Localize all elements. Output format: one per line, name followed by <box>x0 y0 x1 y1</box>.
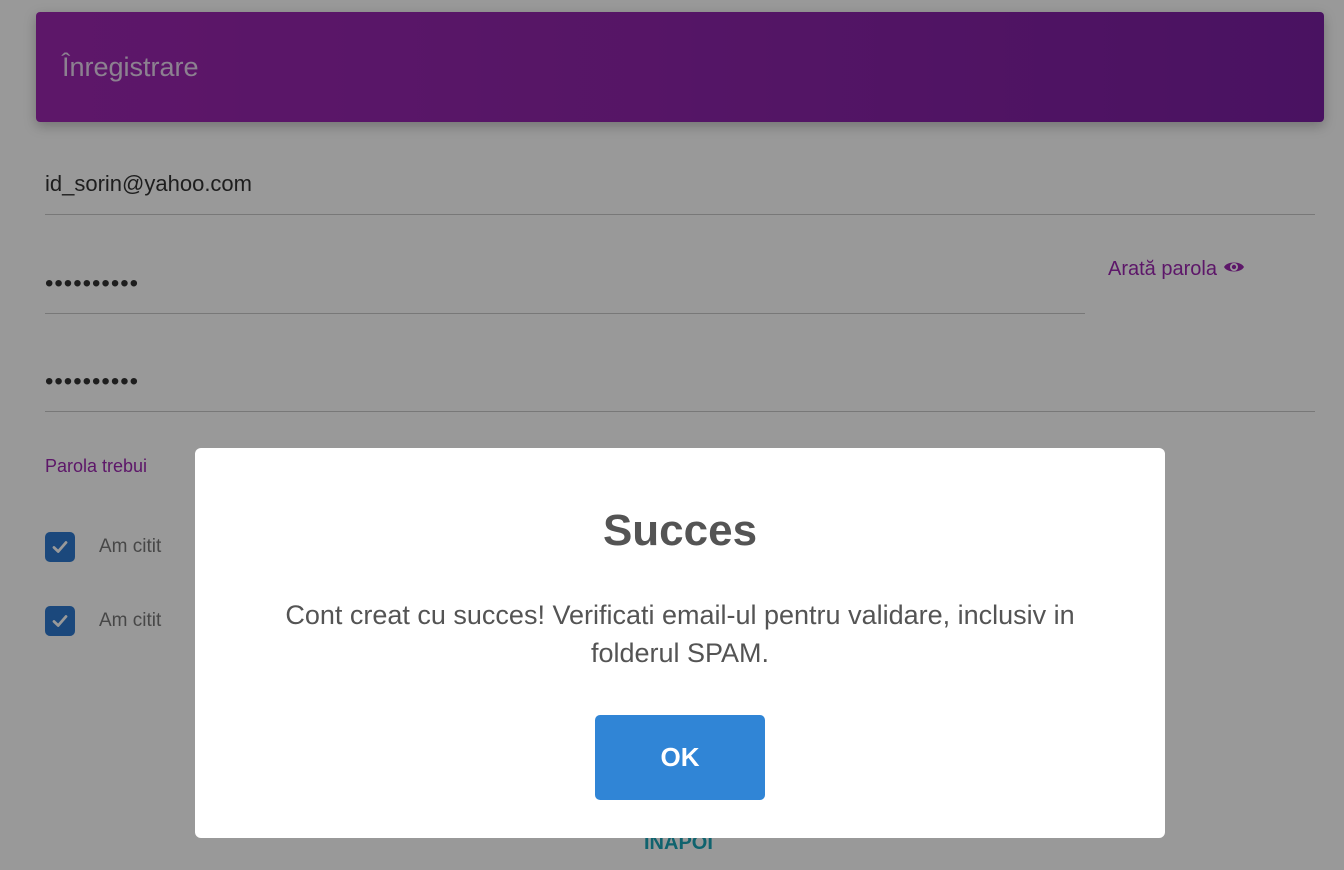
registration-page: Înregistrare id_sorin@yahoo.com ••••••••… <box>0 0 1344 870</box>
dialog-title: Succes <box>602 506 758 555</box>
ok-button[interactable]: OK <box>595 715 765 800</box>
dialog-message: Cont creat cu succes! Verificati email-u… <box>285 600 1075 668</box>
success-dialog: Succes Cont creat cu succes! Verificati … <box>195 448 1165 838</box>
